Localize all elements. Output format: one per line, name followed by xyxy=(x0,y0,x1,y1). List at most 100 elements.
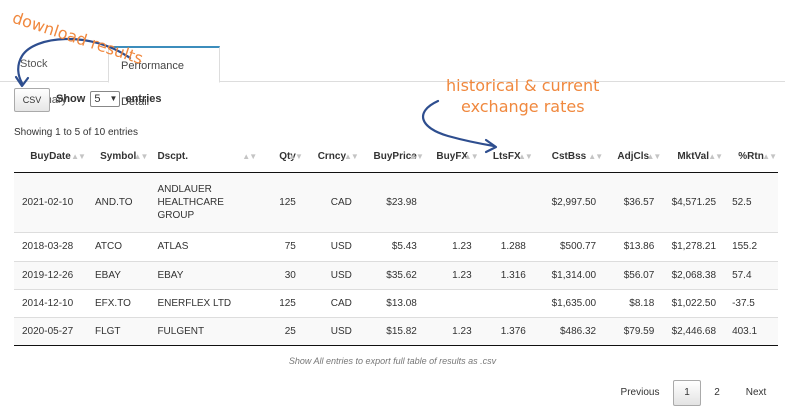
cell-qty: 25 xyxy=(258,316,304,346)
cell-currency: CAD xyxy=(303,172,360,232)
cell-qty: 125 xyxy=(258,288,304,317)
header-buyprice[interactable]: BuyPrice ▲▼ xyxy=(359,142,425,173)
header-cstbss[interactable]: CstBss ▲▼ xyxy=(533,142,605,173)
sort-icon: ▲▼ xyxy=(708,152,723,161)
page-length-control: Show 5 ▼ entries xyxy=(56,90,162,108)
performance-table: BuyDate ▲▼ Symbol ▲▼ Dscpt. ▲▼ Qty ▲▼ Crncy ▲… xyxy=(14,142,778,346)
cell-currency: USD xyxy=(303,231,360,261)
sort-icon: ▲▼ xyxy=(288,152,303,161)
cell-buyprice: $15.82 xyxy=(359,316,425,346)
page-length-select[interactable]: 5 ▼ xyxy=(90,91,121,108)
cell-description: FULGENT xyxy=(149,316,259,346)
cell-symbol: EBAY xyxy=(86,260,150,289)
cell-mktval: $1,022.50 xyxy=(662,288,725,317)
cell-symbol: ATCO xyxy=(86,231,150,261)
cell-adjcls: $8.18 xyxy=(604,288,663,317)
cell-ltsfx: 1.316 xyxy=(479,260,534,289)
cell-cstbss: $486.32 xyxy=(533,316,605,346)
sort-icon: ▲▼ xyxy=(463,152,479,161)
cell-buydate: 2014-12-10 xyxy=(14,288,87,317)
show-label: Show xyxy=(56,93,86,105)
header-currency[interactable]: Crncy ▲▼ xyxy=(303,142,360,173)
header-buydate[interactable]: BuyDate ▲▼ xyxy=(14,142,87,173)
cell-mktval: $2,446.68 xyxy=(662,316,725,346)
header-buyfx[interactable]: BuyFX ▲▼ xyxy=(424,142,480,173)
cell-buyfx: 1.23 xyxy=(424,316,480,346)
table-header-row: BuyDate ▲▼ Symbol ▲▼ Dscpt. ▲▼ Qty ▲▼ Crncy ▲… xyxy=(14,142,778,173)
cell-rtn: -37.5 xyxy=(724,288,778,317)
cell-qty: 75 xyxy=(258,231,304,261)
annotation-historical-line1: historical & current xyxy=(446,76,600,95)
cell-buyprice: $5.43 xyxy=(359,231,425,261)
cell-buyfx xyxy=(424,172,480,232)
cell-cstbss: $1,314.00 xyxy=(533,260,605,289)
table-row: 2021-02-10 AND.TO ANDLAUER HEALTHCARE GR… xyxy=(14,172,778,232)
header-ltsfx[interactable]: LtsFX ▲▼ xyxy=(479,142,534,173)
cell-buydate: 2020-05-27 xyxy=(14,316,87,346)
table-info: Showing 1 to 5 of 10 entries xyxy=(14,127,138,138)
cell-symbol: EFX.TO xyxy=(86,288,150,317)
cell-adjcls: $56.07 xyxy=(604,260,663,289)
cell-rtn: 155.2 xyxy=(724,231,778,261)
cell-cstbss: $500.77 xyxy=(533,231,605,261)
sort-icon: ▲▼ xyxy=(646,152,661,161)
cell-currency: CAD xyxy=(303,288,360,317)
cell-buyfx: 1.23 xyxy=(424,231,480,261)
sort-icon: ▲▼ xyxy=(242,152,257,161)
table-row: 2020-05-27 FLGT FULGENT 25 USD $15.82 1.… xyxy=(14,316,778,346)
cell-buyprice: $23.98 xyxy=(359,172,425,232)
table-row: 2019-12-26 EBAY EBAY 30 USD $35.62 1.23 … xyxy=(14,260,778,289)
cell-mktval: $1,278.21 xyxy=(662,231,725,261)
header-description[interactable]: Dscpt. ▲▼ xyxy=(149,142,259,173)
chevron-down-icon: ▼ xyxy=(109,94,118,104)
cell-adjcls: $79.59 xyxy=(604,316,663,346)
cell-buydate: 2019-12-26 xyxy=(14,260,87,289)
cell-rtn: 57.4 xyxy=(724,260,778,289)
table-row: 2014-12-10 EFX.TO ENERFLEX LTD 125 CAD $… xyxy=(14,288,778,317)
sort-icon: ▲▼ xyxy=(344,152,359,161)
export-footnote: Show All entries to export full table of… xyxy=(288,356,497,366)
header-symbol[interactable]: Symbol ▲▼ xyxy=(86,142,150,173)
pagination-page-1[interactable]: 1 xyxy=(673,380,701,406)
cell-buyprice: $13.08 xyxy=(359,288,425,317)
cell-currency: USD xyxy=(303,316,360,346)
cell-buydate: 2021-02-10 xyxy=(14,172,87,232)
sort-icon: ▲▼ xyxy=(133,152,149,161)
cell-ltsfx: 1.376 xyxy=(479,316,534,346)
cell-cstbss: $1,635.00 xyxy=(533,288,605,317)
page-length-value: 5 xyxy=(94,93,101,106)
cell-description: EBAY xyxy=(149,260,259,289)
cell-currency: USD xyxy=(303,260,360,289)
pagination-next[interactable]: Next xyxy=(738,380,774,406)
sort-icon: ▲▼ xyxy=(71,152,86,161)
cell-ltsfx xyxy=(479,172,534,232)
cell-mktval: $4,571.25 xyxy=(662,172,725,232)
cell-description: ATLAS xyxy=(149,231,259,261)
cell-description: ENERFLEX LTD xyxy=(149,288,259,317)
cell-qty: 30 xyxy=(258,260,304,289)
cell-description: ANDLAUER HEALTHCARE GROUP xyxy=(149,172,259,232)
cell-adjcls: $13.86 xyxy=(604,231,663,261)
pagination-page-2[interactable]: 2 xyxy=(704,380,730,406)
header-adjcls[interactable]: AdjCls ▲▼ xyxy=(604,142,663,173)
cell-adjcls: $36.57 xyxy=(604,172,663,232)
cell-symbol: FLGT xyxy=(86,316,150,346)
header-qty[interactable]: Qty ▲▼ xyxy=(258,142,304,173)
cell-buyprice: $35.62 xyxy=(359,260,425,289)
sort-icon: ▲▼ xyxy=(588,152,603,161)
header-mktval[interactable]: MktVal ▲▼ xyxy=(662,142,725,173)
annotation-historical-line2: exchange rates xyxy=(461,97,585,116)
header-rtn[interactable]: %Rtn ▲▼ xyxy=(724,142,778,173)
cell-rtn: 403.1 xyxy=(724,316,778,346)
sort-icon: ▲▼ xyxy=(517,152,533,161)
entries-label: entries xyxy=(125,93,162,105)
sort-icon: ▲▼ xyxy=(409,152,424,161)
cell-buydate: 2018-03-28 xyxy=(14,231,87,261)
csv-export-button[interactable]: CSV xyxy=(14,88,50,112)
cell-ltsfx xyxy=(479,288,534,317)
cell-ltsfx: 1.288 xyxy=(479,231,534,261)
cell-rtn: 52.5 xyxy=(724,172,778,232)
cell-cstbss: $2,997.50 xyxy=(533,172,605,232)
pagination-previous[interactable]: Previous xyxy=(614,380,666,406)
cell-symbol: AND.TO xyxy=(86,172,150,232)
